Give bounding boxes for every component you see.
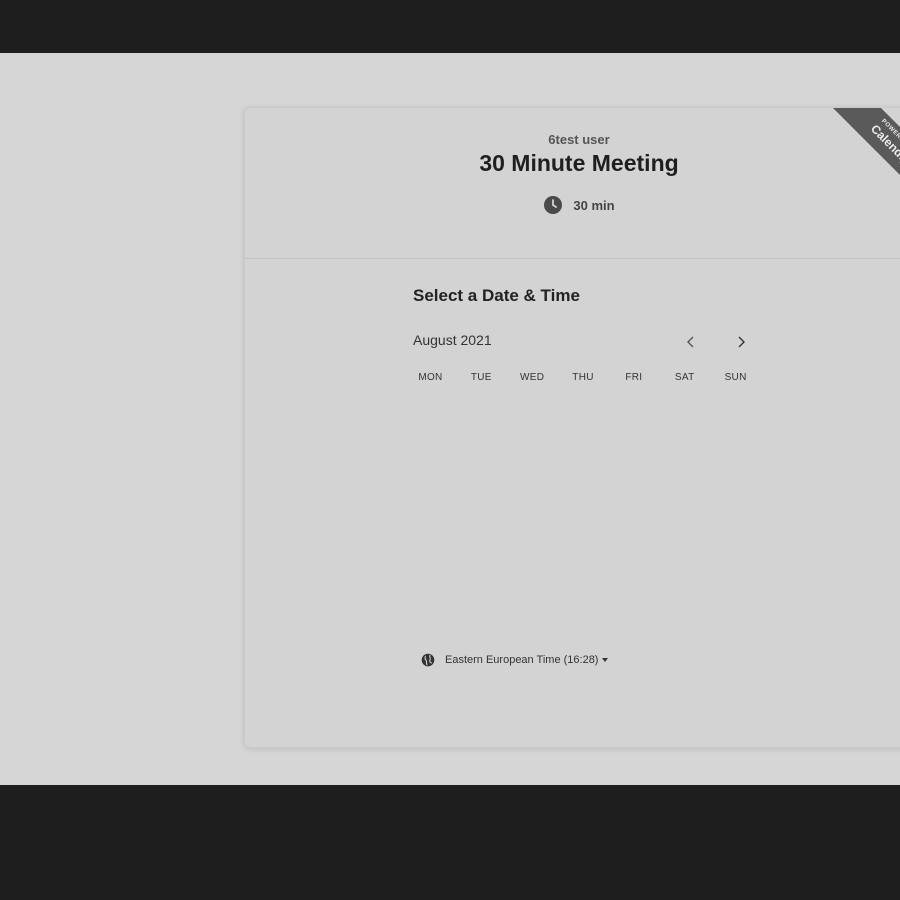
timezone-label: Eastern European Time (16:28) [445, 654, 599, 666]
event-title: 30 Minute Meeting [479, 150, 679, 176]
event-header: 6test user 30 Minute Meeting 30 min [245, 108, 900, 259]
weekday-thu: THU [572, 372, 594, 383]
powered-by-ribbon[interactable]: POWERED BY Calendly [813, 108, 900, 204]
weekday-header: MON TUE WED THU FRI SAT SUN [405, 372, 761, 383]
chevron-right-icon [738, 336, 745, 348]
section-title: Select a Date & Time [413, 286, 580, 305]
chevron-left-icon [687, 336, 694, 348]
weekday-sun: SUN [724, 372, 747, 383]
duration-label: 30 min [573, 197, 615, 213]
globe-icon [421, 653, 435, 667]
timezone-selector[interactable]: Eastern European Time (16:28) [421, 653, 609, 667]
month-label: August 2021 [413, 332, 492, 348]
ribbon-band[interactable]: POWERED BY Calendly [819, 108, 900, 204]
organizer-name: 6test user [548, 132, 610, 147]
page-background: 6test user 30 Minute Meeting 30 min POWE… [0, 53, 900, 785]
weekday-mon: MON [418, 372, 443, 383]
next-month-button[interactable] [729, 330, 753, 354]
previous-month-button[interactable] [679, 330, 703, 354]
weekday-sat: SAT [674, 372, 695, 383]
event-duration: 30 min [245, 195, 900, 215]
clock-icon [544, 196, 563, 214]
booking-card: 6test user 30 Minute Meeting 30 min POWE… [244, 107, 900, 748]
month-navigation: August 2021 [413, 330, 747, 354]
weekday-tue: TUE [470, 372, 492, 383]
top-dark-bar [0, 0, 900, 53]
weekday-fri: FRI [625, 372, 643, 383]
bottom-dark-bar [0, 785, 900, 900]
weekday-wed: WED [520, 372, 545, 383]
caret-down-icon [602, 658, 609, 662]
